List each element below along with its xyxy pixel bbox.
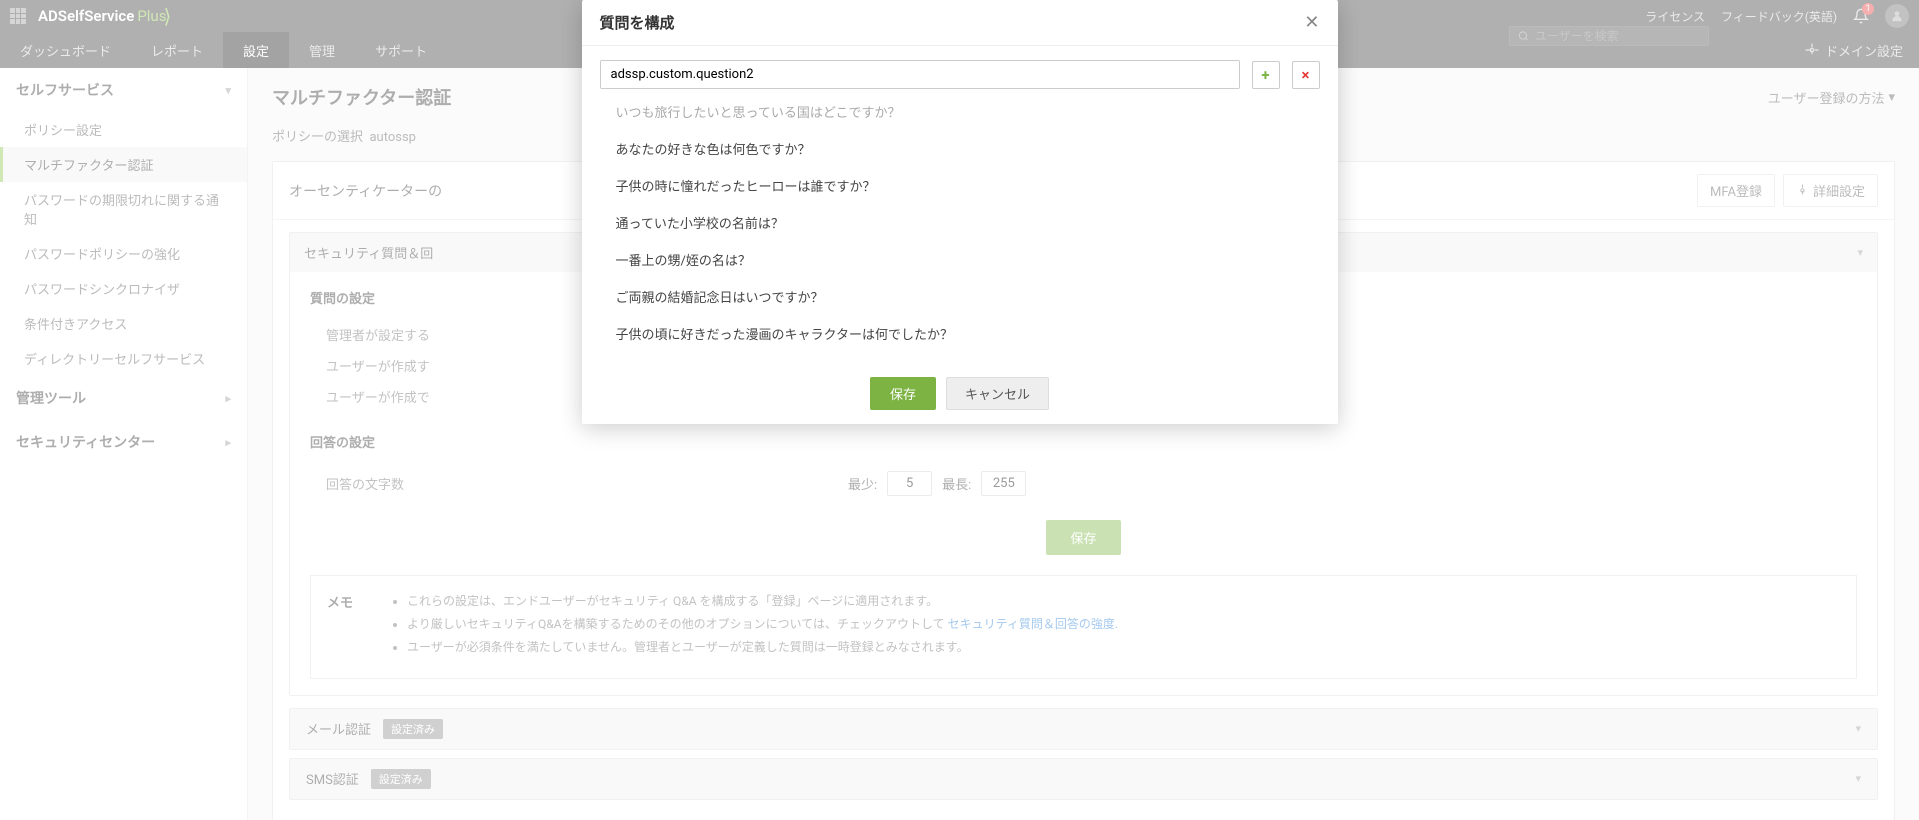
question-item[interactable]: 子供の時に憧れだったヒーローは誰ですか？ — [600, 167, 1320, 204]
question-list: いつも旅行したいと思っている国はどこですか？ あなたの好きな色は何色ですか？ 子… — [600, 93, 1320, 363]
remove-question-button[interactable]: × — [1292, 61, 1320, 89]
question-item[interactable]: あなたの母方の祖母の名は？ — [600, 352, 1320, 363]
modal-save-button[interactable]: 保存 — [870, 377, 936, 410]
modal-cancel-button[interactable]: キャンセル — [946, 377, 1049, 410]
question-item[interactable]: いつも旅行したいと思っている国はどこですか？ — [600, 93, 1320, 130]
question-item[interactable]: 子供の頃に好きだった漫画のキャラクターは何でしたか？ — [600, 315, 1320, 352]
question-item[interactable]: あなたの好きな色は何色ですか？ — [600, 130, 1320, 167]
question-item[interactable]: 一番上の甥/姪の名は？ — [600, 241, 1320, 278]
question-input[interactable] — [600, 60, 1240, 89]
modal-title: 質問を構成 — [600, 12, 675, 33]
question-item[interactable]: 通っていた小学校の名前は？ — [600, 204, 1320, 241]
compose-question-modal: 質問を構成 ✕ + × いつも旅行したいと思っている国はどこですか？ あなたの好… — [582, 0, 1338, 424]
modal-close-button[interactable]: ✕ — [1304, 12, 1319, 33]
question-item[interactable]: ご両親の結婚記念日はいつですか？ — [600, 278, 1320, 315]
add-question-button[interactable]: + — [1252, 61, 1280, 89]
